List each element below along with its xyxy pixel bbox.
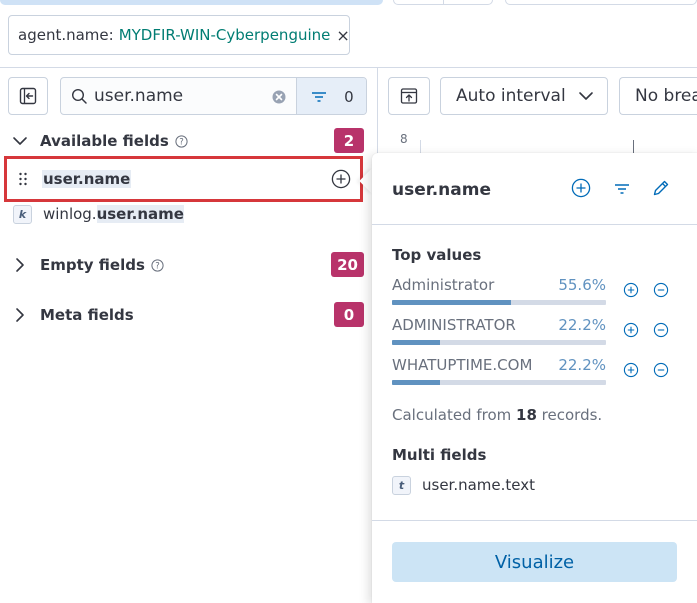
plus-circle-icon — [623, 282, 639, 298]
minus-circle-icon — [653, 282, 669, 298]
query-bar-button[interactable] — [0, 0, 383, 5]
add-field-button[interactable] — [331, 169, 351, 189]
filter-key: agent.name: — [18, 26, 114, 44]
top-value-row: Administrator 55.6% — [392, 276, 688, 316]
meta-fields-header[interactable]: Meta fields 0 — [12, 300, 364, 330]
filter-out-button[interactable] — [653, 322, 669, 338]
top-value-row: ADMINISTRATOR 22.2% — [392, 316, 688, 356]
filter-out-button[interactable] — [653, 282, 669, 298]
filter-icon — [615, 184, 629, 194]
empty-fields-count: 20 — [331, 252, 364, 277]
field-search-input[interactable] — [94, 86, 264, 106]
breakdown-select[interactable]: No breakdown — [619, 77, 697, 115]
clear-icon[interactable] — [272, 90, 286, 104]
drag-handle-icon[interactable] — [18, 172, 28, 186]
top-value-bar-fill — [392, 300, 511, 305]
top-value-bar — [392, 300, 606, 305]
filter-value: MYDFIR-WIN-Cyberpenguine — [118, 26, 331, 44]
plus-circle-icon — [571, 178, 591, 198]
popover-divider — [372, 224, 697, 225]
chart-options-icon — [400, 88, 418, 104]
minus-circle-icon — [653, 322, 669, 338]
top-value-bar-fill — [392, 340, 440, 345]
chevron-down-icon — [12, 135, 28, 147]
available-fields-header[interactable]: Available fields ? 2 — [12, 126, 364, 156]
chevron-down-icon — [578, 90, 594, 102]
top-value-bar — [392, 340, 606, 345]
filter-pill[interactable]: agent.name: MYDFIR-WIN-Cyberpenguine × — [8, 15, 350, 55]
records-summary-suffix: records. — [536, 406, 603, 424]
field-name: user.name — [42, 170, 132, 188]
minus-circle-icon — [653, 362, 669, 378]
filter-remove-button[interactable]: × — [336, 26, 349, 45]
top-value-label: Administrator — [392, 276, 495, 294]
svg-text:?: ? — [179, 137, 184, 147]
collapse-sidebar-icon — [19, 87, 37, 105]
records-summary: Calculated from 18 records. — [392, 406, 602, 424]
top-value-bar-fill — [392, 380, 440, 385]
field-item-winlog-user-name[interactable]: k winlog. user.name — [13, 202, 184, 226]
multi-fields-title: Multi fields — [392, 446, 487, 464]
chevron-right-icon — [12, 257, 28, 273]
field-search-box[interactable]: 0 — [60, 77, 367, 115]
text-type-token: t — [392, 476, 411, 495]
filter-in-button[interactable] — [623, 362, 639, 378]
svg-text:?: ? — [155, 261, 160, 271]
header-divider — [0, 67, 697, 68]
plus-circle-icon — [623, 362, 639, 378]
interval-value: Auto interval — [456, 86, 566, 106]
filter-in-button[interactable] — [623, 322, 639, 338]
field-name-match: user.name — [96, 205, 184, 223]
filter-icon — [311, 91, 327, 103]
edit-field-button[interactable] — [651, 178, 671, 198]
chart-options-button[interactable] — [388, 77, 430, 115]
records-summary-prefix: Calculated from — [392, 406, 517, 424]
filter-in-button[interactable] — [623, 282, 639, 298]
breakdown-value: No breakdown — [635, 86, 697, 106]
top-value-row: WHATUPTIME.COM 22.2% — [392, 356, 688, 396]
plus-circle-icon — [331, 169, 351, 189]
add-field-button[interactable] — [571, 178, 591, 198]
popover-arrow-mask — [372, 165, 388, 199]
meta-fields-count: 0 — [334, 302, 364, 327]
empty-fields-header[interactable]: Empty fields ? 20 — [12, 250, 364, 280]
top-value-percent: 22.2% — [558, 316, 606, 334]
pencil-icon — [653, 180, 669, 196]
top-values-title: Top values — [392, 246, 482, 264]
divider — [443, 0, 444, 5]
multi-field-name[interactable]: user.name.text — [422, 476, 535, 494]
interval-select[interactable]: Auto interval — [440, 77, 608, 115]
popover-divider — [372, 520, 697, 521]
field-details-popover: user.name Top values Administrator 55.6% — [372, 153, 697, 603]
filter-out-button[interactable] — [653, 362, 669, 378]
empty-fields-title: Empty fields — [40, 256, 145, 274]
help-icon[interactable]: ? — [175, 134, 188, 148]
filter-count: 0 — [344, 88, 354, 106]
plus-circle-icon — [623, 322, 639, 338]
chevron-right-icon — [12, 307, 28, 323]
top-value-label: WHATUPTIME.COM — [392, 356, 533, 374]
filter-for-field-button[interactable] — [614, 183, 630, 195]
available-fields-count: 2 — [334, 128, 364, 153]
popover-title: user.name — [392, 180, 491, 200]
help-icon[interactable]: ? — [151, 258, 164, 272]
keyword-type-token: k — [13, 204, 32, 224]
date-picker-button[interactable] — [505, 0, 697, 5]
top-value-percent: 22.2% — [558, 356, 606, 374]
top-value-percent: 55.6% — [558, 276, 606, 294]
meta-fields-title: Meta fields — [40, 306, 134, 324]
top-value-bar — [392, 380, 606, 385]
field-item-user-name[interactable]: user.name — [4, 156, 363, 202]
visualize-button[interactable]: Visualize — [392, 542, 677, 582]
top-value-label: ADMINISTRATOR — [392, 316, 516, 334]
y-axis-tick: 8 — [400, 132, 408, 146]
records-count: 18 — [516, 406, 537, 424]
search-icon — [71, 88, 88, 105]
available-fields-title: Available fields — [40, 132, 169, 150]
field-name-prefix: winlog. — [43, 205, 97, 223]
collapse-sidebar-button[interactable] — [8, 77, 48, 115]
field-type-filter-button[interactable]: 0 — [296, 78, 366, 114]
